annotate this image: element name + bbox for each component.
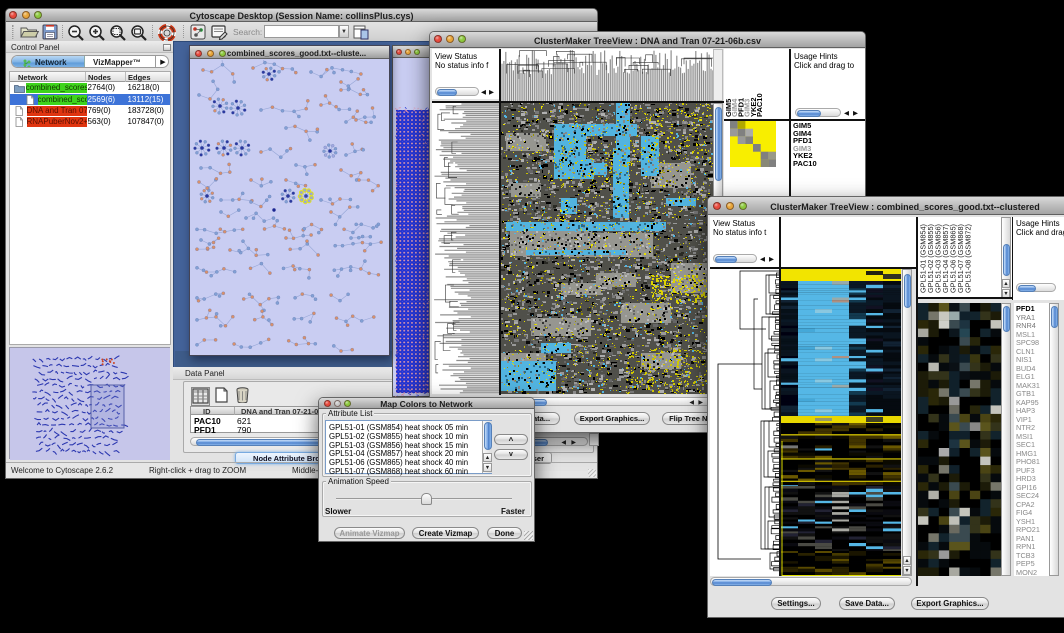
svg-text:PAC10: PAC10 [755,93,764,117]
svg-text:GPL51-08 (GSM872): GPL51-08 (GSM872) [964,224,973,293]
